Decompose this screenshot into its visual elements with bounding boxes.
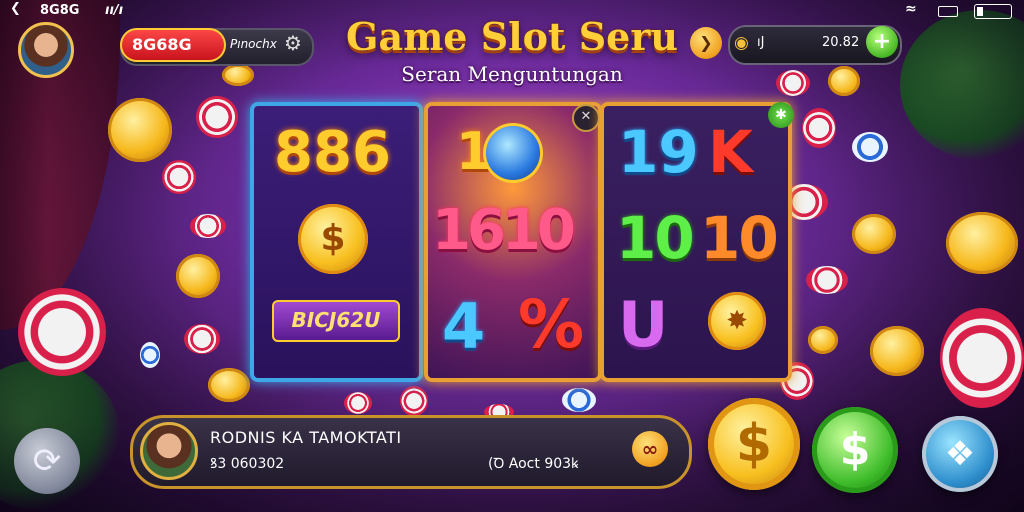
reel-symbol-u: U <box>618 288 669 361</box>
game-subtitle: Seran Menguntungan <box>401 62 623 86</box>
gold-wheel-icon: ✸ <box>708 292 766 350</box>
spin-coin-button[interactable]: $ <box>708 398 800 490</box>
floating-chip-large <box>18 288 106 376</box>
player-avatar[interactable] <box>140 422 198 480</box>
floating-coin <box>108 98 172 162</box>
close-icon[interactable]: ✕ <box>572 104 600 132</box>
reel-symbol-4: 4 <box>442 290 486 363</box>
floating-coin <box>870 326 924 376</box>
reel-2: 10 1610 4 % <box>424 102 602 382</box>
floating-chip-large <box>940 308 1024 408</box>
floating-chip <box>184 324 220 354</box>
floating-coin <box>946 212 1018 274</box>
reel-symbol-886: 886 <box>274 120 391 185</box>
plus-icon[interactable]: + <box>866 26 898 58</box>
coin-stack-icon: ◉ <box>734 33 749 53</box>
floating-chip <box>190 214 226 238</box>
dollar-sun-icon: $ <box>298 204 368 274</box>
floating-chip <box>562 388 596 412</box>
floating-coin <box>208 368 250 402</box>
reel-symbol-10-orange: 10 <box>700 204 779 272</box>
reel-symbol-badge: BICJ62U <box>272 300 400 342</box>
reel-symbol-k: K <box>708 118 753 186</box>
player-name: RODNIS KA TAMOKTATI <box>210 428 402 447</box>
globe-bow-icon <box>486 126 540 180</box>
player-stat-right: (Ꝺ Aoct 903ꝃ <box>488 456 579 472</box>
floating-chip <box>400 386 428 416</box>
reel-symbol-1610: 1610 <box>432 198 576 263</box>
player-panel <box>130 415 692 489</box>
arrow-right-icon[interactable]: ❯ <box>690 27 722 59</box>
floating-coin <box>852 214 896 254</box>
reel-symbol-19: 19 <box>618 118 699 186</box>
reel-symbol-10-green: 10 <box>616 204 695 272</box>
reel-symbol-percent: % <box>518 286 585 363</box>
floating-chip <box>852 132 888 162</box>
floating-chip <box>162 160 196 194</box>
floating-chip <box>802 108 836 148</box>
floating-chip <box>344 392 372 414</box>
floating-chip <box>806 266 848 294</box>
star-icon[interactable]: ✱ <box>768 102 794 128</box>
refresh-icon[interactable]: ⟳ <box>14 428 80 494</box>
floating-coin <box>808 326 838 354</box>
floating-chip <box>140 342 160 368</box>
dollar-button[interactable]: $ <box>812 407 898 493</box>
ribbon-icon[interactable]: ∞ <box>632 431 668 467</box>
reel-3: 19 K 10 10 U ✸ <box>600 102 792 382</box>
balance-label: ıJ <box>757 35 765 50</box>
balance-value: 20.82 <box>822 35 860 50</box>
stack-icon[interactable]: ❖ <box>922 416 998 492</box>
floating-chip <box>196 96 238 138</box>
floating-coin <box>176 254 220 298</box>
player-stat-left: ꝸ3 060302 <box>210 456 285 472</box>
